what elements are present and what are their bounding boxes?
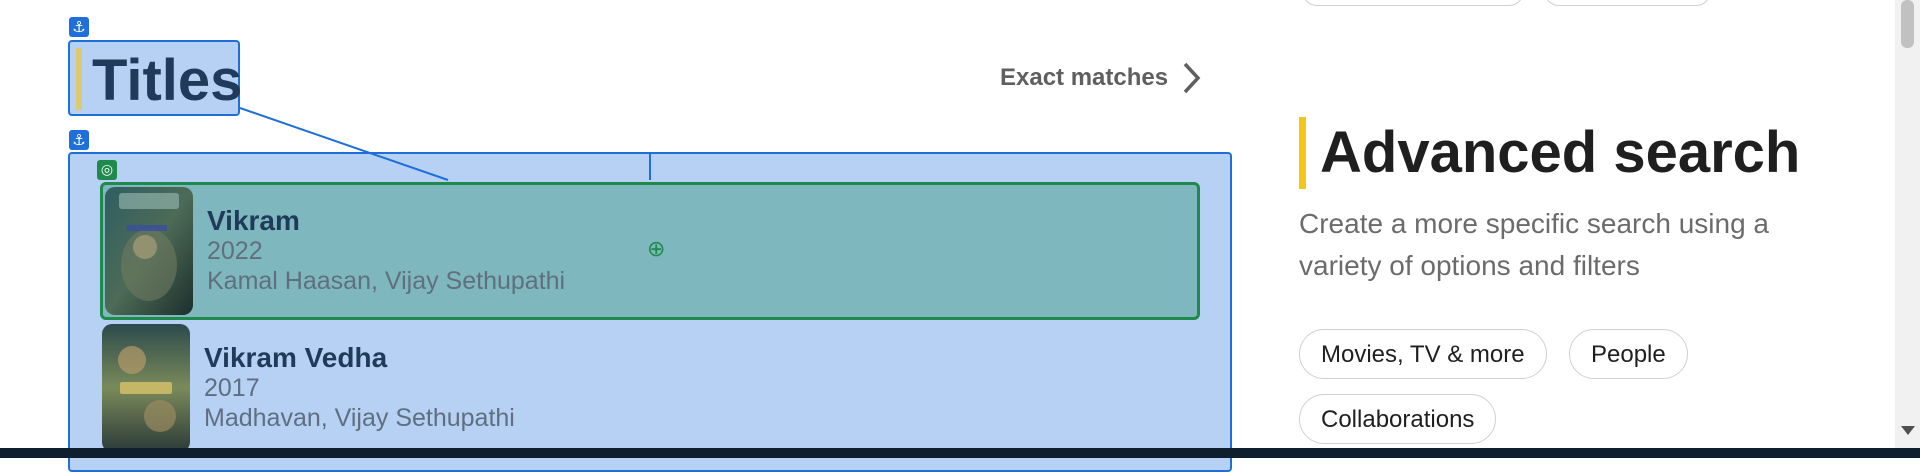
anchor-icon: ⚓ — [69, 130, 89, 150]
advanced-search-description: Create a more specific search using a va… — [1299, 208, 1769, 281]
top-chip-partial-1[interactable] — [1302, 0, 1524, 6]
result-item-vikram[interactable]: Vikram 2022 Kamal Haasan, Vijay Sethupat… — [100, 182, 1200, 320]
chip-movies-tv[interactable]: Movies, TV & more — [1299, 329, 1547, 379]
chip-collaborations[interactable]: Collaborations — [1299, 394, 1497, 444]
scrollbar-thumb[interactable] — [1901, 0, 1914, 48]
poster-image — [102, 324, 190, 452]
result-cast: Kamal Haasan, Vijay Sethupathi — [207, 267, 566, 295]
vertical-scrollbar[interactable] — [1895, 0, 1920, 448]
target-icon: ◎ — [97, 160, 117, 180]
advanced-search-title: Advanced search — [1320, 120, 1801, 185]
titles-heading-highlight: Titles — [68, 40, 243, 116]
results-list-highlight: ◎ Vikram 2022 Kamal Haasan, Vijay Sethup… — [68, 152, 1232, 472]
result-title[interactable]: Vikram Vedha — [204, 342, 387, 374]
bottom-dark-strip — [0, 448, 1920, 458]
chevron-right-icon — [1183, 62, 1201, 94]
anchor-icon: ⚓ — [69, 17, 89, 37]
result-year: 2017 — [204, 374, 260, 402]
poster-image — [105, 187, 193, 315]
exact-matches-link[interactable]: Exact matches — [1000, 60, 1204, 96]
page-title: Titles — [92, 48, 243, 113]
result-title[interactable]: Vikram — [207, 205, 300, 237]
exact-matches-label: Exact matches — [1000, 64, 1169, 91]
result-cast: Madhavan, Vijay Sethupathi — [204, 404, 515, 432]
top-chip-partial-2[interactable] — [1544, 0, 1711, 6]
result-item-vikram-vedha[interactable]: Vikram Vedha 2017 Madhavan, Vijay Sethup… — [100, 322, 1200, 460]
crosshair-icon: ⊕ — [647, 237, 666, 262]
scroll-down-arrow-icon[interactable] — [1901, 426, 1915, 435]
chip-people[interactable]: People — [1569, 329, 1688, 379]
heading-accent-bar — [76, 48, 82, 110]
advanced-search-accent-bar — [1299, 117, 1306, 189]
result-year: 2022 — [207, 237, 263, 265]
